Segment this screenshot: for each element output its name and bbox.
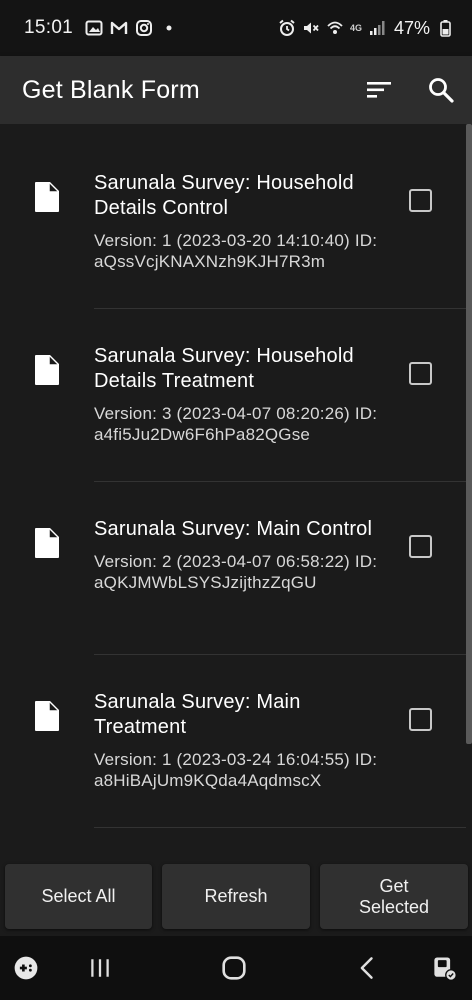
system-icons: 4G 47% <box>278 18 454 39</box>
file-icon <box>35 528 59 558</box>
system-nav-bar <box>0 936 472 1000</box>
form-text: Sarunala Survey: Household Details Treat… <box>94 344 384 445</box>
back-icon[interactable] <box>352 952 384 984</box>
divider <box>94 827 466 828</box>
file-icon <box>35 182 59 212</box>
get-selected-label: Get Selected <box>358 875 430 917</box>
keyboard-icon[interactable] <box>428 952 460 984</box>
alarm-icon <box>278 19 296 37</box>
form-checkbox[interactable] <box>409 189 432 212</box>
list-item[interactable]: Sarunala Survey: Main Control Version: 2… <box>0 482 466 655</box>
scrollbar[interactable] <box>466 124 472 744</box>
network-label: 4G <box>349 23 362 33</box>
form-meta: Version: 1 (2023-03-20 14:10:40) ID: aQs… <box>94 231 378 271</box>
app-bar-actions <box>364 75 456 105</box>
form-checkbox[interactable] <box>409 535 432 558</box>
signal-icon <box>368 19 386 37</box>
wifi-call-icon <box>326 19 344 37</box>
select-all-button[interactable]: Select All <box>5 864 152 929</box>
battery-icon <box>436 19 454 37</box>
form-title: Sarunala Survey: Household Details Contr… <box>94 172 354 219</box>
form-text: Sarunala Survey: Household Details Contr… <box>94 171 384 272</box>
form-checkbox[interactable] <box>409 362 432 385</box>
form-title: Sarunala Survey: Household Details Treat… <box>94 345 354 392</box>
refresh-label: Refresh <box>204 886 268 906</box>
gmail-icon <box>110 19 128 37</box>
list-item[interactable]: Sarunala Survey: Main Treatment Version:… <box>0 655 466 828</box>
form-title: Sarunala Survey: Main Control <box>94 518 373 540</box>
form-meta: Version: 1 (2023-03-24 16:04:55) ID: a8H… <box>94 750 378 790</box>
file-icon <box>35 355 59 385</box>
sort-icon[interactable] <box>364 75 394 105</box>
get-selected-button[interactable]: Get Selected <box>320 864 468 929</box>
button-bar: Select All Refresh Get Selected <box>0 862 472 936</box>
gallery-icon <box>85 19 103 37</box>
refresh-button[interactable]: Refresh <box>162 864 310 929</box>
form-text: Sarunala Survey: Main Control Version: 2… <box>94 517 384 593</box>
status-bar: 15:01 4G 47% <box>0 0 472 56</box>
form-title: Sarunala Survey: Main Treatment <box>94 691 301 738</box>
home-icon[interactable] <box>218 952 250 984</box>
form-meta: Version: 3 (2023-04-07 08:20:26) ID: a4f… <box>94 404 378 444</box>
select-all-label: Select All <box>41 886 116 906</box>
mute-icon <box>302 19 320 37</box>
page-title: Get Blank Form <box>22 75 200 104</box>
file-icon <box>35 701 59 731</box>
instagram-icon <box>135 19 153 37</box>
list-item[interactable]: Sarunala Survey: Household Details Contr… <box>0 136 466 309</box>
game-launcher-icon[interactable] <box>10 952 42 984</box>
form-list[interactable]: Sarunala Survey: Household Details Contr… <box>0 124 472 862</box>
dot-icon <box>160 19 178 37</box>
form-checkbox[interactable] <box>409 708 432 731</box>
battery-text: 47% <box>393 17 430 38</box>
search-icon[interactable] <box>426 75 456 105</box>
notification-icons <box>85 19 178 37</box>
app-bar: Get Blank Form <box>0 56 472 124</box>
status-time: 15:01 <box>24 17 74 38</box>
form-text: Sarunala Survey: Main Treatment Version:… <box>94 690 384 791</box>
list-item[interactable]: Sarunala Survey: Household Details Treat… <box>0 309 466 482</box>
recent-apps-icon[interactable] <box>84 952 116 984</box>
form-meta: Version: 2 (2023-04-07 06:58:22) ID: aQK… <box>94 552 378 592</box>
